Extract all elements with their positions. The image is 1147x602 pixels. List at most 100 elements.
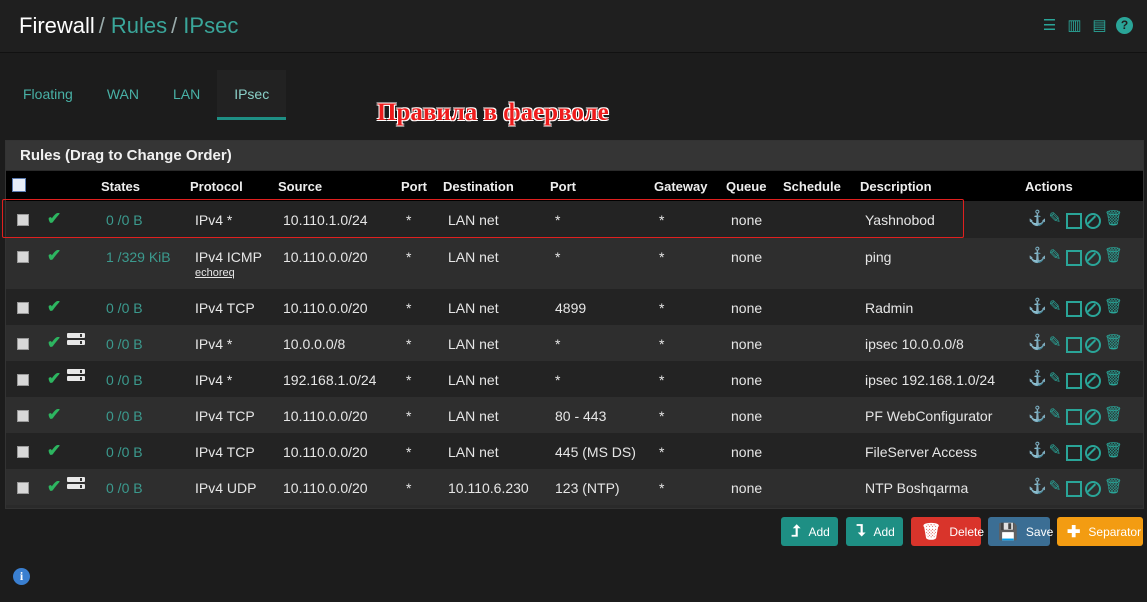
copy-icon[interactable] [1066, 373, 1082, 389]
pencil-icon[interactable]: ✎ [1047, 371, 1063, 387]
table-row[interactable]: ✔ 0 /0 B IPv4 TCP 10.110.0.0/20 * LAN net 445 … [6, 433, 1143, 469]
check-icon[interactable]: ✔ [47, 441, 61, 461]
bar-chart-icon[interactable]: ▥ [1066, 17, 1083, 34]
disable-icon[interactable] [1085, 445, 1101, 461]
breadcrumb-firewall: Firewall [19, 13, 95, 38]
breadcrumb-ipsec[interactable]: IPsec [183, 13, 238, 38]
copy-icon[interactable] [1066, 301, 1082, 317]
check-icon[interactable]: ✔ [47, 369, 61, 389]
pencil-icon[interactable]: ✎ [1047, 479, 1063, 495]
disable-icon[interactable] [1085, 301, 1101, 317]
trash-icon[interactable]: 🗑 [1104, 407, 1123, 423]
top-bar: Firewall / Rules / IPsec ☰ ▥ ▤ ? [0, 0, 1147, 53]
check-icon[interactable]: ✔ [47, 333, 61, 353]
row-checkbox[interactable] [17, 338, 29, 350]
check-icon[interactable]: ✔ [47, 246, 61, 266]
anchor-icon[interactable]: ⚓ [1028, 335, 1047, 351]
table-row[interactable]: ✔ 1 /329 KiB IPv4 ICMP 10.110.0.0/20 * LAN ne… [6, 238, 1143, 289]
trash-icon[interactable]: 🗑 [1104, 248, 1123, 264]
separator-button[interactable]: ✚ Separator [1057, 517, 1143, 546]
plus-icon: ✚ [1067, 523, 1081, 541]
check-icon[interactable]: ✔ [47, 405, 61, 425]
cell-states[interactable]: 0 /0 B [106, 408, 143, 424]
cell-states[interactable]: 0 /0 B [106, 300, 143, 316]
pencil-icon[interactable]: ✎ [1047, 335, 1063, 351]
anchor-icon[interactable]: ⚓ [1028, 443, 1047, 459]
cell-protocol-sub[interactable]: echoreq [195, 267, 235, 279]
row-checkbox[interactable] [17, 251, 29, 263]
cell-states[interactable]: 0 /0 B [106, 444, 143, 460]
add-top-button[interactable]: ⮥ Add [781, 517, 838, 546]
cell-states[interactable]: 0 /0 B [106, 480, 143, 496]
check-icon[interactable]: ✔ [47, 477, 61, 497]
breadcrumb-rules[interactable]: Rules [111, 13, 167, 38]
trash-icon[interactable]: 🗑 [1104, 371, 1123, 387]
pencil-icon[interactable]: ✎ [1047, 407, 1063, 423]
help-icon[interactable]: ? [1116, 17, 1133, 34]
copy-icon[interactable] [1066, 409, 1082, 425]
cell-queue: none [731, 300, 763, 316]
disable-icon[interactable] [1085, 373, 1101, 389]
pencil-icon[interactable]: ✎ [1047, 248, 1063, 264]
sliders-icon[interactable]: ☰ [1041, 17, 1058, 34]
row-checkbox[interactable] [17, 410, 29, 422]
table-icon[interactable]: ▤ [1091, 17, 1108, 34]
disable-icon[interactable] [1085, 481, 1101, 497]
table-row[interactable]: ✔ 0 /0 B IPv4 TCP 10.110.0.0/20 * LAN net 80 -… [6, 397, 1143, 433]
trash-icon[interactable]: 🗑 [1104, 211, 1123, 227]
anchor-icon[interactable]: ⚓ [1028, 211, 1047, 227]
save-button[interactable]: 💾 Save [988, 517, 1053, 546]
row-checkbox[interactable] [17, 482, 29, 494]
disable-icon[interactable] [1085, 250, 1101, 266]
trash-icon[interactable]: 🗑 [1104, 443, 1123, 459]
add-up-icon: ⮥ [791, 522, 801, 540]
info-icon[interactable]: i [13, 568, 30, 585]
disable-icon[interactable] [1085, 337, 1101, 353]
trash-icon[interactable]: 🗑 [1104, 479, 1123, 495]
pencil-icon[interactable]: ✎ [1047, 211, 1063, 227]
disable-icon[interactable] [1085, 409, 1101, 425]
delete-button[interactable]: 🗑 Delete [911, 517, 984, 546]
check-icon[interactable]: ✔ [47, 297, 61, 317]
tab-wan[interactable]: WAN [90, 70, 156, 118]
cell-source: 192.168.1.0/24 [283, 372, 377, 388]
copy-icon[interactable] [1066, 250, 1082, 266]
table-row[interactable]: ✔ 0 /0 B IPv4 * 10.0.0.0/8 * LAN net * * none ips… [6, 325, 1143, 361]
anchor-icon[interactable]: ⚓ [1028, 299, 1047, 315]
copy-icon[interactable] [1066, 337, 1082, 353]
add-bottom-button[interactable]: ⮧ Add [846, 517, 903, 546]
cell-states[interactable]: 0 /0 B [106, 336, 143, 352]
cell-destination: LAN net [448, 300, 499, 316]
anchor-icon[interactable]: ⚓ [1028, 371, 1047, 387]
select-all-checkbox[interactable] [12, 178, 26, 192]
copy-icon[interactable] [1066, 445, 1082, 461]
cell-dport: 4899 [555, 300, 587, 316]
table-header: States Protocol Source Port Destination … [6, 171, 1143, 201]
trash-icon[interactable]: 🗑 [1104, 335, 1123, 351]
table-row[interactable]: ✔ 0 /0 B IPv4 * 192.168.1.0/24 * LAN net * * non… [6, 361, 1143, 397]
pencil-icon[interactable]: ✎ [1047, 299, 1063, 315]
anchor-icon[interactable]: ⚓ [1028, 407, 1047, 423]
button-label: Separator [1088, 524, 1142, 539]
cell-destination: LAN net [448, 336, 499, 352]
cell-gateway: * [659, 372, 665, 388]
copy-icon[interactable] [1066, 213, 1082, 229]
cell-states[interactable]: 0 /0 B [106, 372, 143, 388]
cell-states[interactable]: 1 /329 KiB [106, 249, 171, 265]
table-row[interactable]: ✔ 0 /0 B IPv4 UDP 10.110.0.0/20 * 10.110.6.23… [6, 469, 1143, 505]
tab-lan[interactable]: LAN [156, 70, 217, 118]
disable-icon[interactable] [1085, 213, 1101, 229]
row-checkbox[interactable] [17, 446, 29, 458]
pencil-icon[interactable]: ✎ [1047, 443, 1063, 459]
anchor-icon[interactable]: ⚓ [1028, 248, 1047, 264]
tab-ipsec[interactable]: IPsec [217, 70, 287, 120]
row-checkbox[interactable] [17, 374, 29, 386]
table-row[interactable]: ✔ 0 /0 B IPv4 TCP 10.110.0.0/20 * LAN net 4899… [6, 289, 1143, 325]
trash-icon[interactable]: 🗑 [1104, 299, 1123, 315]
tab-floating[interactable]: Floating [6, 70, 90, 118]
cell-description: FileServer Access [865, 444, 978, 460]
row-checkbox[interactable] [17, 302, 29, 314]
copy-icon[interactable] [1066, 481, 1082, 497]
cell-queue: none [731, 249, 763, 265]
anchor-icon[interactable]: ⚓ [1028, 479, 1047, 495]
